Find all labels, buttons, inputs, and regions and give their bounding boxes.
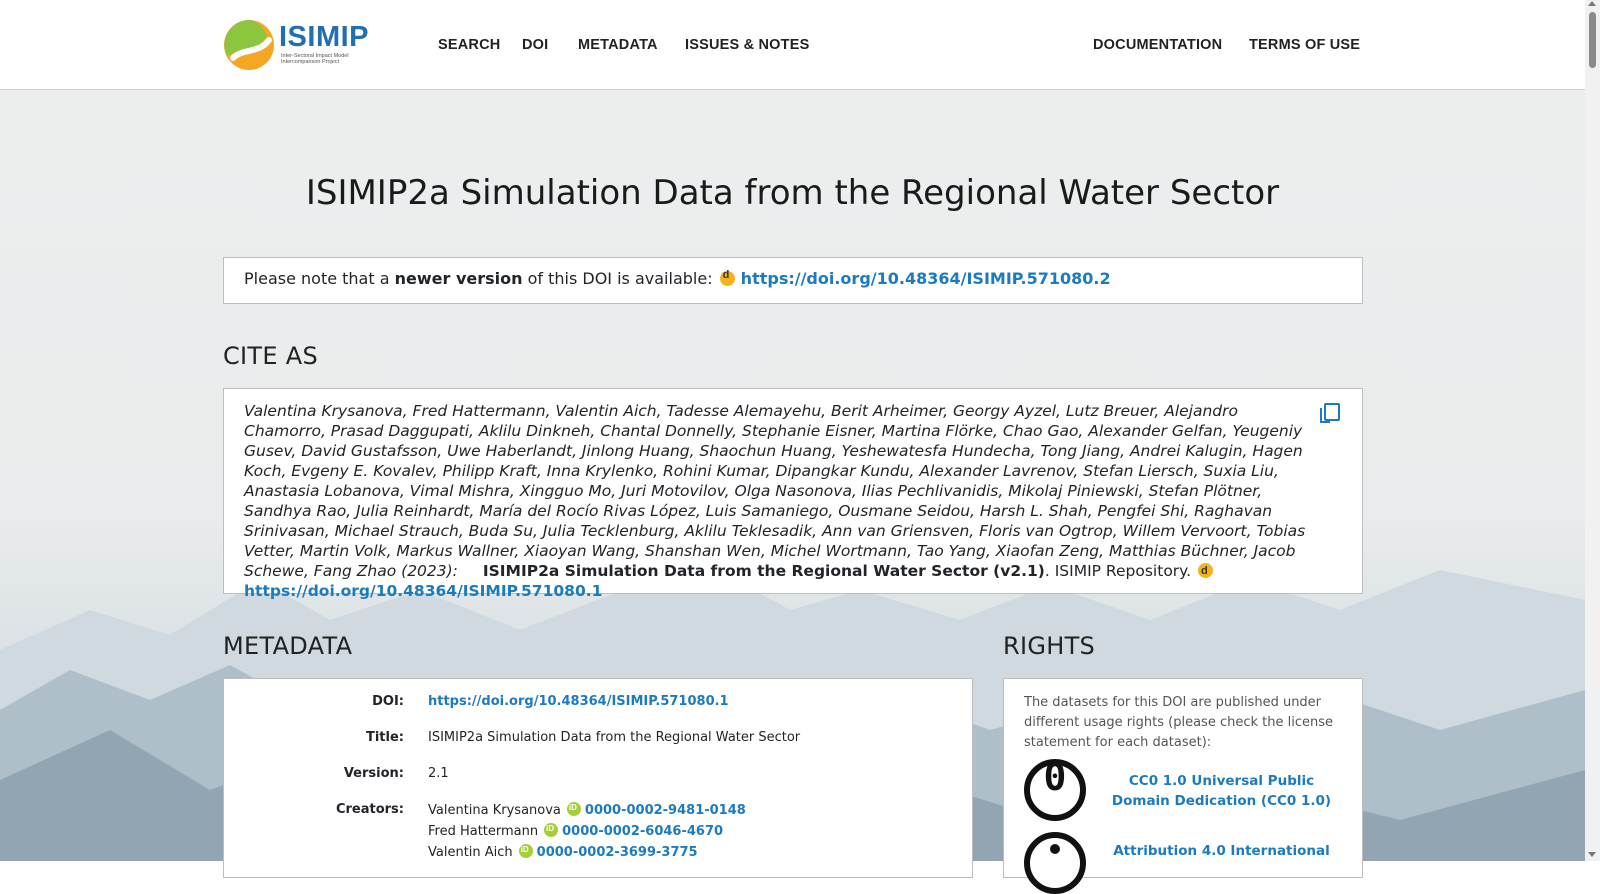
nav-issues-notes[interactable]: ISSUES & NOTES: [685, 37, 809, 53]
title-label: Title:: [365, 730, 404, 745]
isimip-logo-mark: [224, 20, 274, 70]
scrollbar-thumb[interactable]: [1589, 12, 1596, 68]
logo-wordmark: ISIMIP: [279, 21, 370, 53]
version-value: 2.1: [428, 766, 449, 781]
page-title: ISIMIP2a Simulation Data from the Region…: [305, 173, 1280, 213]
cc-zero-icon: 0: [1024, 755, 1086, 821]
creators-label: Creators:: [335, 802, 404, 817]
orcid-icon: [518, 844, 533, 858]
nav-doi[interactable]: DOI: [522, 37, 548, 53]
doi-icon: [719, 269, 735, 286]
license-link-cc0[interactable]: CC0 1.0 Universal Public Domain Dedicati…: [1109, 771, 1334, 811]
creator-item: Valentin Aich 0000-0002-3699-3775: [428, 844, 746, 865]
creator-orcid-link[interactable]: 0000-0002-3699-3775: [537, 845, 698, 860]
creator-item: Valentina Krysanova 0000-0002-9481-0148: [428, 802, 746, 823]
notice-emphasis: newer version: [394, 269, 523, 288]
rights-heading: RIGHTS: [1003, 632, 1096, 660]
cc-attribution-icon: [1024, 832, 1086, 894]
creators-list: Valentina Krysanova 0000-0002-9481-0148 F…: [428, 802, 746, 865]
creator-name: Valentin Aich: [428, 845, 513, 860]
citation-authors: Valentina Krysanova, Fred Hattermann, Va…: [244, 402, 1306, 580]
scroll-down-arrow-icon[interactable]: [1588, 852, 1596, 857]
rights-panel: The datasets for this DOI are published …: [1003, 678, 1363, 894]
nav-search[interactable]: SEARCH: [438, 37, 500, 53]
creator-orcid-link[interactable]: 0000-0002-6046-4670: [562, 824, 723, 839]
top-navbar: ISIMIP Inter-Sectoral Impact Model Inter…: [0, 0, 1585, 90]
citation-doi-link[interactable]: https://doi.org/10.48364/ISIMIP.571080.1: [244, 582, 602, 600]
citation-title: ISIMIP2a Simulation Data from the Region…: [482, 562, 1045, 580]
metadata-panel: DOI: https://doi.org/10.48364/ISIMIP.571…: [223, 678, 973, 878]
creator-name: Fred Hattermann: [428, 824, 539, 839]
license-link-cc-by[interactable]: Attribution 4.0 International: [1109, 841, 1334, 861]
doi-label: DOI:: [372, 694, 404, 709]
orcid-icon: [566, 802, 581, 816]
creator-orcid-link[interactable]: 0000-0002-9481-0148: [585, 803, 746, 818]
citation-repository: . ISIMIP Repository.: [1044, 562, 1196, 580]
rights-description: The datasets for this DOI are published …: [1024, 695, 1333, 750]
notice-prefix: Please note that a: [244, 269, 395, 288]
nav-metadata[interactable]: METADATA: [578, 37, 658, 53]
doi-icon: [1198, 561, 1213, 581]
cite-as-heading: CITE AS: [223, 342, 319, 370]
scroll-up-arrow-icon[interactable]: [1588, 1, 1596, 6]
scrollbar-track[interactable]: [1585, 0, 1600, 861]
cc-zero-symbol: 0: [1043, 755, 1067, 799]
nav-documentation[interactable]: DOCUMENTATION: [1093, 37, 1222, 53]
newer-version-notice: Please note that a newer version of this…: [223, 257, 1363, 304]
attribution-person-icon: [1050, 844, 1060, 854]
metadata-heading: METADATA: [223, 632, 353, 660]
doi-value-link[interactable]: https://doi.org/10.48364/ISIMIP.571080.1: [428, 694, 729, 709]
version-label: Version:: [343, 766, 404, 781]
title-value: ISIMIP2a Simulation Data from the Region…: [428, 730, 801, 745]
citation-text: Valentina Krysanova, Fred Hattermann, Va…: [244, 401, 1324, 601]
notice-suffix: of this DOI is available:: [522, 269, 718, 288]
newer-version-link[interactable]: https://doi.org/10.48364/ISIMIP.571080.2: [741, 269, 1111, 288]
creator-name: Valentina Krysanova: [428, 803, 561, 818]
creator-item: Fred Hattermann 0000-0002-6046-4670: [428, 823, 746, 844]
isimip-logo[interactable]: ISIMIP Inter-Sectoral Impact Model Inter…: [223, 18, 370, 72]
logo-subtitle: Inter-Sectoral Impact Model Intercompari…: [281, 53, 349, 65]
nav-terms-of-use[interactable]: TERMS OF USE: [1249, 37, 1360, 53]
orcid-icon: [544, 823, 559, 837]
citation-box: Valentina Krysanova, Fred Hattermann, Va…: [223, 388, 1363, 600]
copy-icon[interactable]: [1320, 403, 1340, 423]
